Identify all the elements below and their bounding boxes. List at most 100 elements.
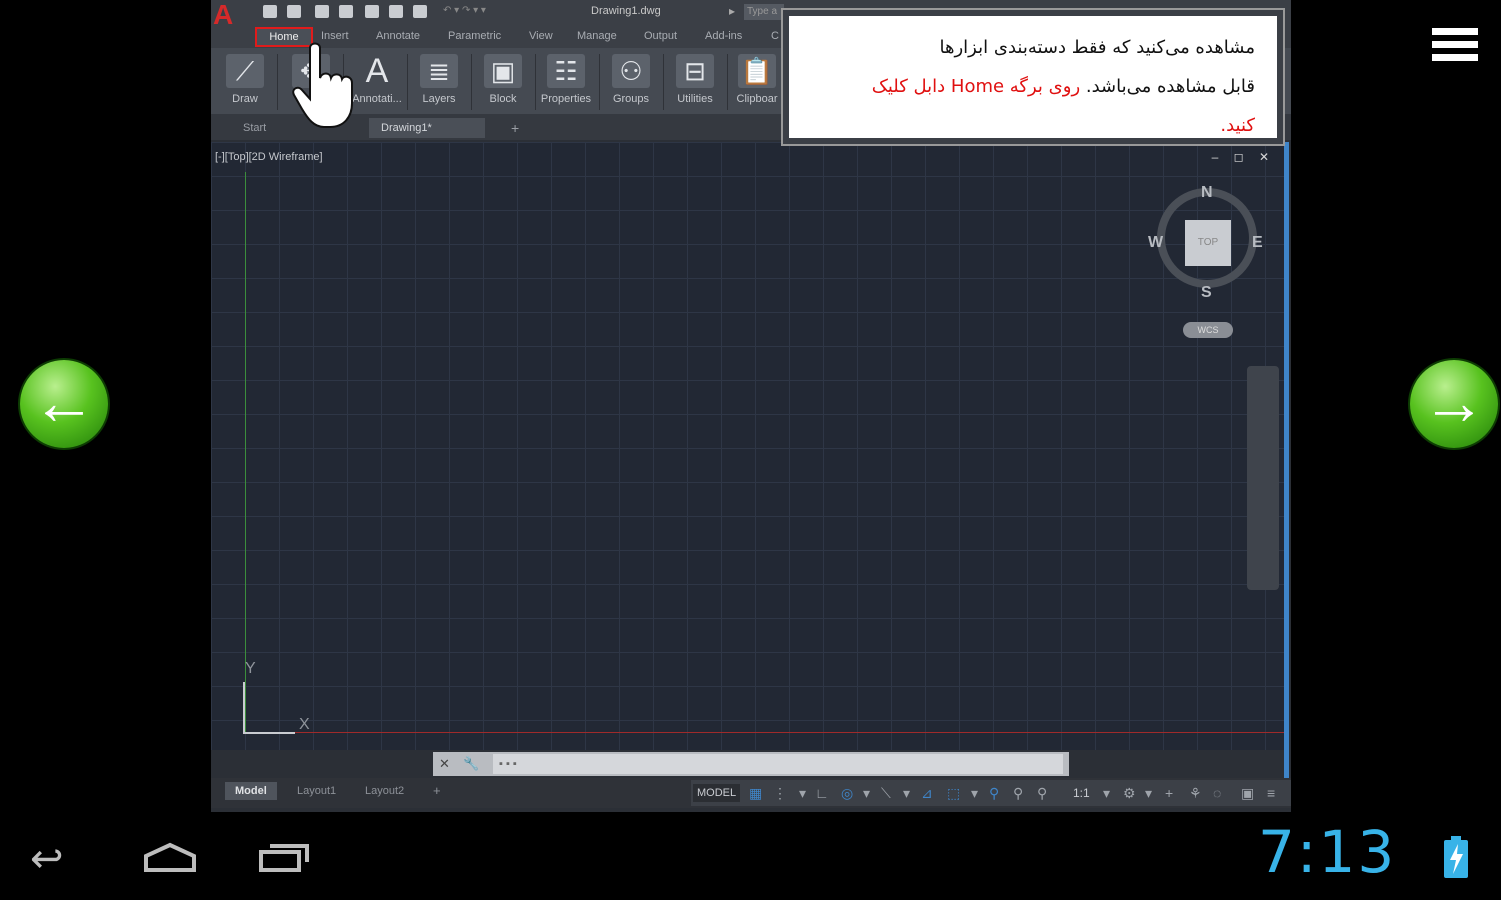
hamburger-menu-icon[interactable] bbox=[1432, 28, 1478, 64]
instruction-line-1: مشاهده می‌کنید که فقط دسته‌بندی ابزارها bbox=[939, 37, 1255, 58]
line-icon: ⟋ bbox=[226, 54, 264, 88]
utilities-button[interactable]: ⊟ Utilities bbox=[665, 50, 725, 112]
isodraft-icon[interactable]: ⊿ bbox=[921, 785, 933, 802]
y-axis-line bbox=[245, 172, 246, 732]
hardware-acceleration-icon[interactable]: ⚘ bbox=[1189, 785, 1202, 802]
object-snap-icon[interactable]: ⬚ bbox=[947, 785, 960, 802]
groups-icon: ⚇ bbox=[612, 54, 650, 88]
tab-addins[interactable]: Add-ins bbox=[705, 30, 742, 42]
tab-view[interactable]: View bbox=[529, 30, 553, 42]
snap-icon[interactable]: ⋮ bbox=[773, 785, 787, 802]
tab-manage[interactable]: Manage bbox=[577, 30, 617, 42]
fullscreen-icon[interactable]: ▣ bbox=[1241, 785, 1254, 802]
plus-icon[interactable]: + bbox=[1165, 785, 1173, 801]
print-icon[interactable] bbox=[413, 5, 427, 18]
file-tab-drawing1[interactable]: Drawing1* bbox=[369, 118, 485, 138]
hamburger-icon[interactable]: ≡ bbox=[1267, 785, 1275, 801]
viewport-label[interactable]: [-][Top][2D Wireframe] bbox=[215, 151, 323, 163]
ucs-y-arm bbox=[243, 682, 245, 734]
layers-icon: ≣ bbox=[420, 54, 458, 88]
object-snap-tracking-icon[interactable]: ⟍ bbox=[881, 785, 891, 802]
save-as-icon[interactable] bbox=[339, 5, 353, 18]
layout-tab-model[interactable]: Model bbox=[225, 782, 277, 800]
layout-tab-bar: Model Layout1 Layout2 + MODEL ▦ ⋮ ▾ ∟ ◎ … bbox=[211, 778, 1291, 808]
undo-redo-icon[interactable]: ↶ ▾ ↷ ▾ ▾ bbox=[443, 5, 486, 16]
navigation-bar[interactable] bbox=[1247, 366, 1279, 590]
add-layout-plus-icon[interactable]: + bbox=[423, 782, 451, 800]
chevron-down-icon[interactable]: ▾ bbox=[1103, 785, 1110, 802]
wrench-icon[interactable]: 🔧 bbox=[463, 756, 479, 772]
instruction-popup: مشاهده می‌کنید که فقط دسته‌بندی ابزارها … bbox=[781, 8, 1285, 146]
tab-more[interactable]: C bbox=[771, 30, 779, 42]
chevron-down-icon[interactable]: ▾ bbox=[903, 785, 910, 802]
compass-west[interactable]: W bbox=[1148, 234, 1163, 252]
drawing-viewport[interactable]: [-][Top][2D Wireframe] – ◻ ✕ Y X TOP N S… bbox=[211, 142, 1289, 750]
new-file-icon[interactable] bbox=[263, 5, 277, 18]
plot-icon[interactable] bbox=[389, 5, 403, 18]
properties-button[interactable]: ☷ Properties bbox=[535, 50, 597, 112]
ucs-x-arm bbox=[245, 732, 295, 734]
ucs-x-label: X bbox=[299, 716, 310, 733]
search-input[interactable]: Type a bbox=[744, 4, 784, 20]
ucs-y-label: Y bbox=[245, 660, 256, 677]
instruction-line-2-red: روی برگه Home دابل کلیک bbox=[871, 76, 1081, 97]
status-clock: 7:13 bbox=[1258, 818, 1397, 886]
viewport-window-controls[interactable]: – ◻ ✕ bbox=[1212, 150, 1275, 164]
battery-charging-icon bbox=[1444, 836, 1468, 878]
model-space-toggle[interactable]: MODEL bbox=[693, 784, 741, 802]
next-arrow-button[interactable]: → bbox=[1410, 360, 1498, 448]
previous-arrow-button[interactable]: ← bbox=[20, 360, 108, 448]
layout-tab-layout2[interactable]: Layout2 bbox=[355, 782, 414, 800]
annotation-visibility-icon[interactable]: ⚲ bbox=[1013, 785, 1023, 802]
tab-annotate[interactable]: Annotate bbox=[376, 30, 420, 42]
text-a-icon: A bbox=[365, 52, 389, 90]
file-tab-start[interactable]: Start bbox=[231, 118, 278, 138]
clipboard-button[interactable]: 📋 Clipboar bbox=[729, 50, 785, 112]
android-back-icon[interactable]: ↩ bbox=[30, 836, 64, 882]
compass-north[interactable]: N bbox=[1201, 184, 1213, 202]
close-icon[interactable]: ✕ bbox=[439, 756, 450, 772]
properties-icon: ☷ bbox=[547, 54, 585, 88]
x-axis-line bbox=[245, 732, 1285, 733]
android-home-icon[interactable] bbox=[143, 842, 197, 872]
web-icon[interactable] bbox=[365, 5, 379, 18]
chevron-down-icon[interactable]: ▾ bbox=[1145, 785, 1152, 802]
instruction-text: مشاهده می‌کنید که فقط دسته‌بندی ابزارها … bbox=[805, 28, 1255, 145]
command-line: ✕ 🔧 ▪ ▪ ▪ bbox=[433, 752, 1069, 776]
hand-cursor-icon bbox=[292, 42, 353, 128]
window-edge bbox=[1284, 142, 1289, 782]
polar-icon[interactable]: ◎ bbox=[841, 785, 853, 802]
clipboard-icon: 📋 bbox=[738, 54, 776, 88]
ortho-icon[interactable]: ∟ bbox=[815, 785, 829, 801]
auto-scale-icon[interactable]: ⚲ bbox=[1037, 785, 1047, 802]
layers-button[interactable]: ≣ Layers bbox=[409, 50, 469, 112]
layout-tab-layout1[interactable]: Layout1 bbox=[287, 782, 346, 800]
annotation-scale-icon[interactable]: ⚲ bbox=[989, 785, 999, 802]
compass-east[interactable]: E bbox=[1252, 234, 1263, 252]
measure-icon: ⊟ bbox=[676, 54, 714, 88]
grid-icon[interactable]: ▦ bbox=[749, 785, 762, 802]
chevron-right-icon[interactable]: ▸ bbox=[729, 4, 735, 18]
gear-icon[interactable]: ⚙ bbox=[1123, 785, 1136, 802]
save-icon[interactable] bbox=[315, 5, 329, 18]
tab-output[interactable]: Output bbox=[644, 30, 677, 42]
isolate-objects-icon[interactable]: ◌ bbox=[1213, 785, 1221, 801]
wcs-menu-button[interactable]: WCS bbox=[1183, 322, 1233, 338]
block-button[interactable]: ▣ Block bbox=[473, 50, 533, 112]
chevron-down-icon[interactable]: ▾ bbox=[971, 785, 978, 802]
annotation-scale-value[interactable]: 1:1 bbox=[1073, 786, 1090, 800]
android-recent-apps-icon[interactable] bbox=[258, 842, 310, 872]
instruction-line-2: قابل مشاهده می‌باشد. روی برگه Home دابل … bbox=[805, 67, 1255, 106]
viewcube-top-face[interactable]: TOP bbox=[1185, 220, 1231, 266]
tab-parametric[interactable]: Parametric bbox=[448, 30, 501, 42]
chevron-down-icon[interactable]: ▾ bbox=[863, 785, 870, 802]
new-tab-plus-icon[interactable]: + bbox=[499, 118, 531, 138]
open-file-icon[interactable] bbox=[287, 5, 301, 18]
compass-south[interactable]: S bbox=[1201, 284, 1212, 302]
instruction-line-3: کنید. bbox=[1220, 115, 1255, 136]
draw-button[interactable]: ⟋ Draw bbox=[215, 50, 275, 112]
groups-button[interactable]: ⚇ Groups bbox=[601, 50, 661, 112]
arrow-left-icon: ← bbox=[32, 366, 96, 438]
command-input[interactable]: ▪ ▪ ▪ bbox=[493, 754, 1063, 774]
chevron-down-icon[interactable]: ▾ bbox=[799, 785, 806, 802]
